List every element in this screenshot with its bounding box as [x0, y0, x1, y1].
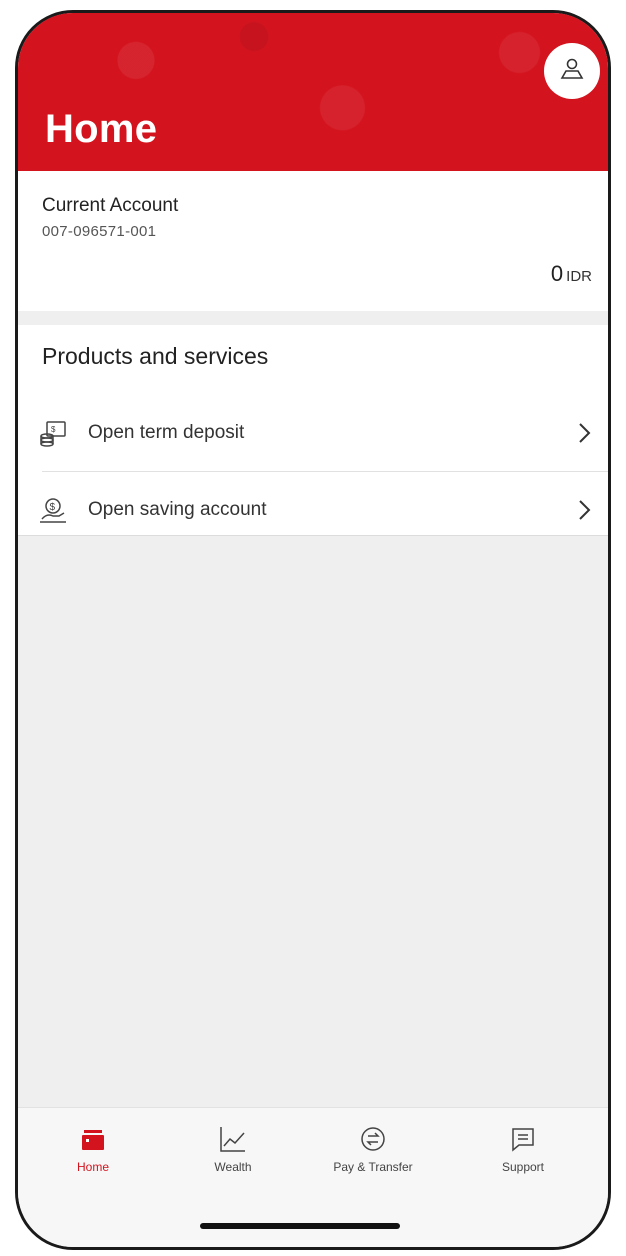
balance-currency: IDR [566, 268, 592, 285]
account-balance: 0 IDR [551, 261, 592, 287]
saving-account-icon: $ [38, 495, 68, 525]
transfer-icon [313, 1122, 433, 1156]
open-term-deposit-item[interactable]: $ Open term deposit [18, 395, 608, 471]
term-deposit-icon: $ [38, 418, 68, 448]
tab-home-label: Home [76, 1160, 109, 1174]
tab-home[interactable]: Home [33, 1122, 153, 1174]
svg-text:$: $ [51, 425, 56, 434]
chevron-right-icon [574, 497, 594, 523]
open-term-deposit-label: Open term deposit [88, 422, 245, 443]
home-indicator [200, 1223, 400, 1229]
tab-support[interactable]: Support [463, 1122, 583, 1174]
chevron-right-icon [574, 420, 594, 446]
products-section: Products and services $ Open term deposi… [18, 325, 608, 536]
header: Home [18, 13, 608, 171]
open-saving-account-label: Open saving account [88, 499, 267, 520]
tab-wealth-label: Wealth [214, 1160, 252, 1174]
account-name: Current Account [42, 195, 179, 216]
tab-pay-transfer[interactable]: Pay & Transfer [313, 1122, 433, 1174]
svg-text:$: $ [50, 502, 56, 513]
page-title: Home [45, 107, 158, 151]
account-number: 007-096571-001 [42, 223, 157, 240]
account-card[interactable]: Current Account 007-096571-001 0 IDR [18, 171, 608, 311]
tab-pay-transfer-label: Pay & Transfer [333, 1160, 413, 1174]
profile-button[interactable] [544, 43, 600, 99]
products-title: Products and services [42, 343, 269, 369]
tab-wealth[interactable]: Wealth [173, 1122, 293, 1174]
chart-line-icon [173, 1122, 293, 1156]
balance-amount: 0 [550, 261, 564, 286]
home-wallet-icon [33, 1122, 153, 1156]
tab-support-label: Support [501, 1160, 545, 1174]
user-icon [559, 56, 585, 87]
chat-icon [463, 1122, 583, 1156]
open-saving-account-item[interactable]: $ Open saving account [18, 472, 608, 548]
phone-frame: Home Current Account 007-096571-001 0 IDR… [15, 10, 611, 1250]
